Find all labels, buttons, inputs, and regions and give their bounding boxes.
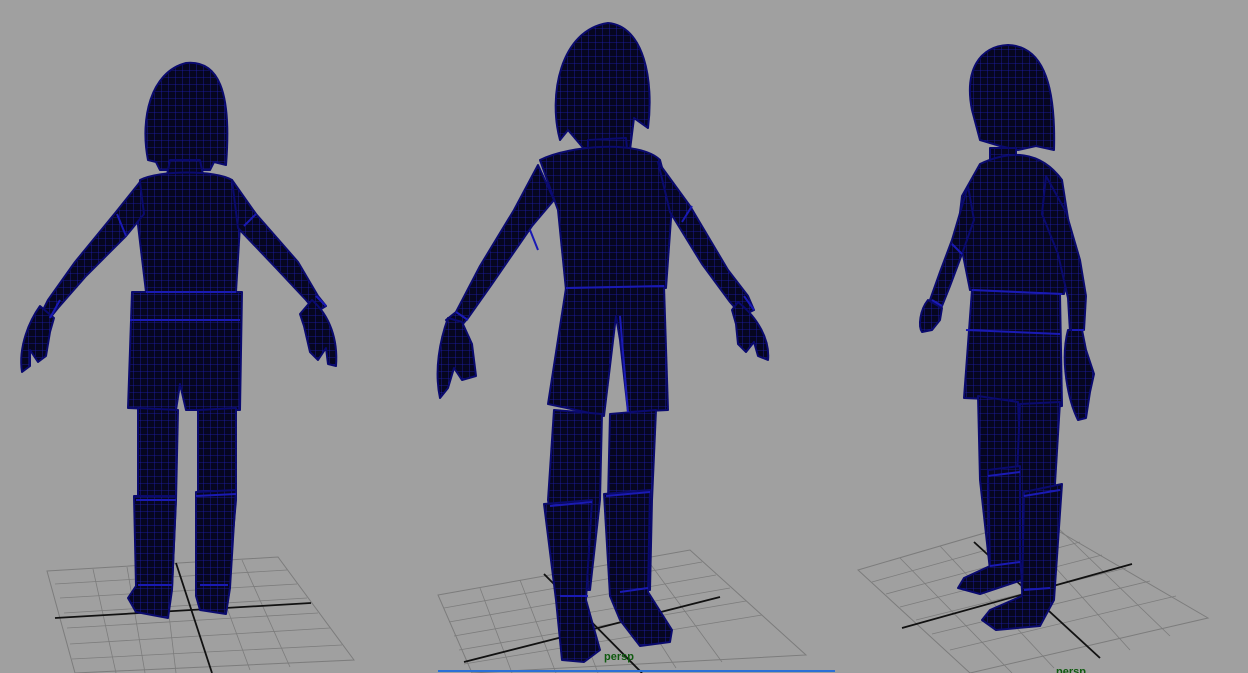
- viewport-back[interactable]: [0, 0, 420, 673]
- back-scene: [20, 61, 355, 673]
- side-scene: [857, 44, 1210, 673]
- persp-scene: [436, 22, 808, 673]
- camera-label-side: persp: [1056, 666, 1086, 673]
- camera-label-persp: persp: [604, 651, 634, 663]
- character-mesh-back: [20, 61, 338, 619]
- character-mesh-front: [436, 22, 770, 663]
- viewport-persp[interactable]: persp: [420, 0, 840, 673]
- active-panel-highlight: [438, 670, 835, 672]
- viewport-side[interactable]: persp: [840, 0, 1248, 673]
- character-mesh-side: [919, 44, 1095, 631]
